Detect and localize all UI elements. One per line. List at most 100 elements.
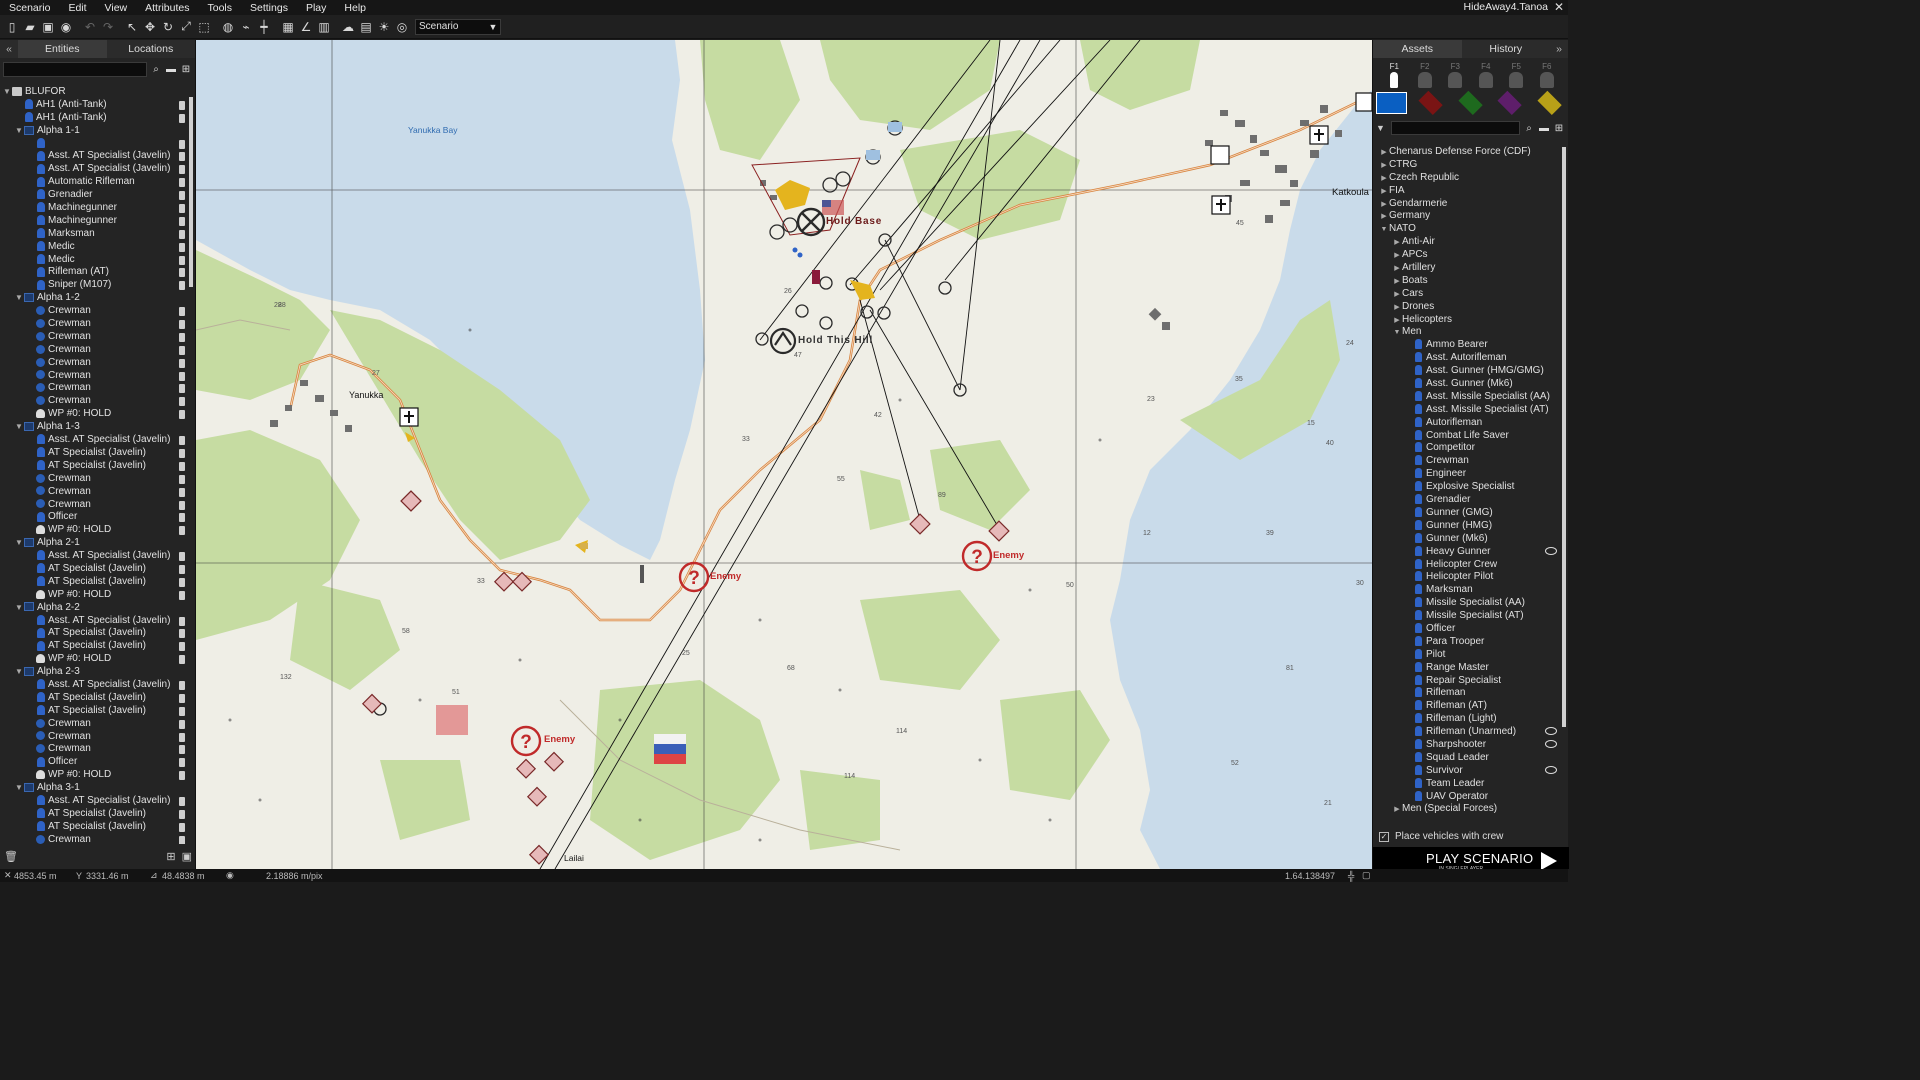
map-view[interactable]: ? ? ? Yanukka Bay Yanukka Katkoula Laila… bbox=[196, 40, 1372, 869]
player-slot-icon[interactable] bbox=[179, 229, 185, 239]
player-slot-icon[interactable] bbox=[179, 577, 185, 587]
asset-row[interactable]: ▶ Drones bbox=[1373, 301, 1561, 314]
search-icon[interactable]: ⌕ bbox=[150, 63, 162, 75]
asset-row[interactable]: Competitor bbox=[1373, 442, 1561, 455]
player-slot-icon[interactable] bbox=[179, 242, 185, 252]
marker-hold-hill-label[interactable]: Hold This Hill bbox=[798, 335, 873, 346]
menu-help[interactable]: Help bbox=[335, 2, 375, 14]
tab-assets[interactable]: Assets bbox=[1373, 40, 1462, 58]
asset-row[interactable]: Marksman bbox=[1373, 584, 1561, 597]
asset-row[interactable]: Rifleman (Unarmed) bbox=[1373, 726, 1561, 739]
tree-row[interactable]: Sniper (M107) bbox=[0, 279, 186, 292]
player-slot-icon[interactable] bbox=[179, 113, 185, 123]
filter-dropdown-icon[interactable]: ▼ bbox=[1376, 123, 1388, 133]
tree-row[interactable]: WP #0: HOLD bbox=[0, 769, 186, 782]
tree-row[interactable]: Crewman bbox=[0, 743, 186, 756]
tree-row[interactable]: Medic bbox=[0, 241, 186, 254]
menu-attributes[interactable]: Attributes bbox=[136, 2, 198, 14]
side-blufor-icon[interactable] bbox=[1375, 92, 1408, 114]
asset-row[interactable]: Repair Specialist bbox=[1373, 674, 1561, 688]
asset-row[interactable]: ▶ Gendarmerie bbox=[1373, 198, 1561, 211]
player-slot-icon[interactable] bbox=[179, 758, 185, 768]
chevron-right-icon[interactable]: ▶ bbox=[1392, 804, 1402, 817]
mode-select[interactable]: Scenario ▼ bbox=[415, 18, 501, 35]
side-opfor-icon[interactable] bbox=[1418, 90, 1444, 116]
tree-row[interactable]: ▼ Alpha 3-1 bbox=[0, 782, 186, 795]
tree-row[interactable]: Asst. AT Specialist (Javelin) bbox=[0, 434, 186, 447]
tab-entities[interactable]: Entities bbox=[18, 40, 107, 58]
expand-all-icon[interactable]: ⊞ bbox=[1553, 122, 1565, 134]
asset-row[interactable]: ▶ CTRG bbox=[1373, 159, 1561, 172]
expand-toggle-icon[interactable]: ▼ bbox=[2, 86, 12, 99]
surface-snap-icon[interactable]: ⌁ bbox=[238, 19, 254, 35]
player-slot-icon[interactable] bbox=[179, 642, 185, 652]
tree-row[interactable]: Crewman bbox=[0, 305, 186, 318]
player-slot-icon[interactable] bbox=[179, 461, 185, 471]
undo-icon[interactable]: ↶ bbox=[82, 19, 98, 35]
tree-row[interactable]: ▼ BLUFOR bbox=[0, 86, 186, 99]
tree-row[interactable]: WP #0: HOLD bbox=[0, 408, 186, 421]
player-slot-icon[interactable] bbox=[179, 526, 185, 536]
tree-row[interactable]: Crewman bbox=[0, 382, 186, 395]
asset-row[interactable]: Helicopter Crew bbox=[1373, 558, 1561, 572]
tree-row[interactable]: AT Specialist (Javelin) bbox=[0, 692, 186, 705]
tree-row[interactable]: AT Specialist (Javelin) bbox=[0, 640, 186, 653]
tree-row[interactable]: WP #0: HOLD bbox=[0, 653, 186, 666]
tree-row[interactable]: Crewman bbox=[0, 486, 186, 499]
tree-row[interactable]: ▼ Alpha 1-2 bbox=[0, 292, 186, 305]
asset-row[interactable]: ▼ NATO bbox=[1373, 223, 1561, 236]
vertical-mode-icon[interactable]: ┿ bbox=[256, 19, 272, 35]
asset-row[interactable]: ▶ Boats bbox=[1373, 275, 1561, 288]
tree-row[interactable]: Officer bbox=[0, 511, 186, 524]
tree-row[interactable] bbox=[0, 137, 186, 151]
asset-row[interactable]: ▶ FIA bbox=[1373, 185, 1561, 198]
tree-row[interactable]: Officer bbox=[0, 756, 186, 769]
new-scenario-icon[interactable]: ▯ bbox=[4, 19, 20, 35]
player-slot-icon[interactable] bbox=[179, 255, 185, 265]
tree-row[interactable]: Crewman bbox=[0, 344, 186, 357]
collapse-all-icon[interactable]: ▬ bbox=[1538, 122, 1550, 134]
tree-row[interactable]: Crewman bbox=[0, 834, 186, 844]
weather-icon[interactable]: ☁ bbox=[340, 19, 356, 35]
player-slot-icon[interactable] bbox=[179, 397, 185, 407]
asset-row[interactable]: Asst. Missile Specialist (AT) bbox=[1373, 403, 1561, 417]
asset-category-f6[interactable]: F6 bbox=[1535, 58, 1559, 90]
player-slot-icon[interactable] bbox=[179, 178, 185, 188]
player-slot-icon[interactable] bbox=[179, 410, 185, 420]
asset-row[interactable]: Gunner (GMG) bbox=[1373, 506, 1561, 520]
expand-toggle-icon[interactable]: ▼ bbox=[14, 537, 24, 550]
asset-row[interactable]: Team Leader bbox=[1373, 777, 1561, 791]
search-icon[interactable]: ⌕ bbox=[1523, 122, 1535, 134]
close-icon[interactable]: ✕ bbox=[1554, 0, 1564, 14]
player-slot-icon[interactable] bbox=[179, 345, 185, 355]
grid-icon[interactable]: ▦ bbox=[280, 19, 296, 35]
asset-row[interactable]: UAV Operator bbox=[1373, 790, 1561, 804]
asset-row[interactable]: Asst. Missile Specialist (AA) bbox=[1373, 390, 1561, 404]
player-slot-icon[interactable] bbox=[179, 358, 185, 368]
asset-row[interactable]: Asst. Gunner (HMG/GMG) bbox=[1373, 365, 1561, 378]
menu-play[interactable]: Play bbox=[297, 2, 335, 14]
tree-row[interactable]: AH1 (Anti-Tank) bbox=[0, 112, 186, 125]
asset-row[interactable]: Engineer bbox=[1373, 468, 1561, 481]
tree-row[interactable]: ▼ Alpha 1-3 bbox=[0, 421, 186, 434]
menu-settings[interactable]: Settings bbox=[241, 2, 297, 14]
assets-search-input[interactable] bbox=[1391, 121, 1520, 135]
expand-toggle-icon[interactable]: ▼ bbox=[14, 782, 24, 795]
camera-icon[interactable]: ▣ bbox=[182, 850, 192, 863]
expand-toggle-icon[interactable]: ▼ bbox=[14, 125, 24, 138]
asset-row[interactable]: Range Master bbox=[1373, 661, 1561, 675]
tree-row[interactable]: Crewman bbox=[0, 718, 186, 731]
asset-row[interactable]: ▼ Men bbox=[1373, 326, 1561, 339]
player-slot-icon[interactable] bbox=[179, 655, 185, 665]
asset-row[interactable]: ▶ Artillery bbox=[1373, 262, 1561, 275]
asset-category-f4[interactable]: F4 bbox=[1474, 58, 1498, 90]
tree-row[interactable]: ▼ Alpha 2-2 bbox=[0, 602, 186, 615]
player-slot-icon[interactable] bbox=[179, 448, 185, 458]
player-slot-icon[interactable] bbox=[179, 822, 185, 832]
tree-row[interactable]: Grenadier bbox=[0, 189, 186, 202]
entities-search-input[interactable] bbox=[3, 61, 147, 77]
asset-row[interactable]: ▶ Germany bbox=[1373, 210, 1561, 223]
tree-row[interactable]: AT Specialist (Javelin) bbox=[0, 576, 186, 589]
asset-row[interactable]: ▶ APCs bbox=[1373, 249, 1561, 262]
tree-row[interactable]: Asst. AT Specialist (Javelin) bbox=[0, 550, 186, 563]
